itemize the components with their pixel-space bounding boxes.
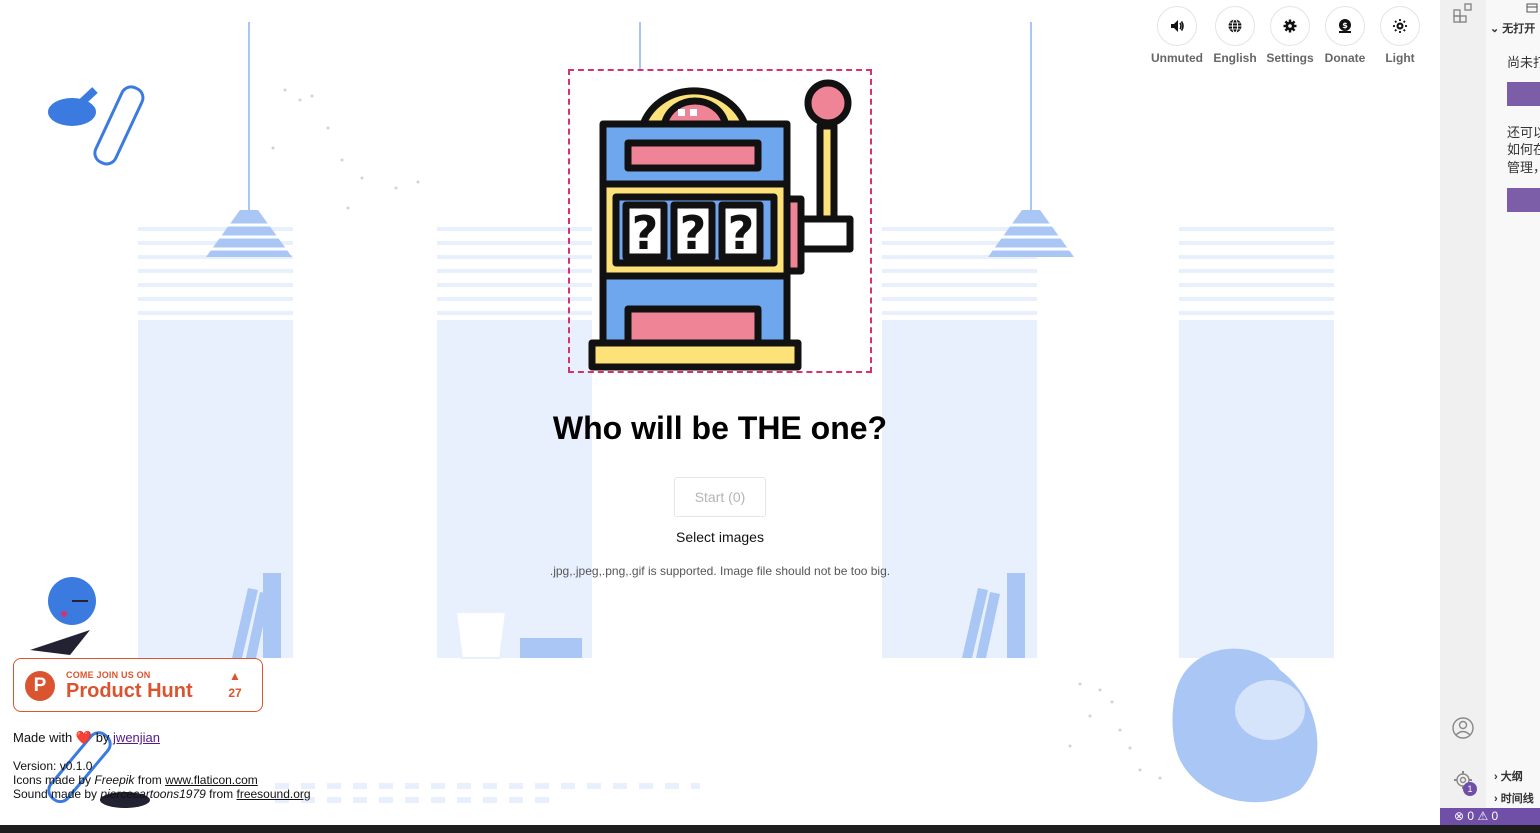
ide-explorer: ⌄ 无打开 尚未打 还可以 如何在 管理， › 大纲 › 时间线	[1486, 0, 1540, 808]
warning-icon: ⚠	[1477, 809, 1489, 823]
ide-activity-bar: 1	[1440, 0, 1486, 808]
gear-icon	[1270, 6, 1310, 46]
donate-button[interactable]: $ Donate	[1315, 6, 1375, 65]
freesound-link[interactable]: freesound.org	[237, 787, 311, 801]
product-hunt-title: Product Hunt	[66, 680, 193, 702]
taskbar-strip	[0, 825, 1540, 833]
no-folder-section-label: 无打开	[1502, 23, 1536, 35]
svg-text:?: ?	[632, 206, 659, 260]
start-button[interactable]: Start (0)	[674, 477, 766, 517]
layout-icon[interactable]	[1526, 0, 1538, 18]
by-text: by	[95, 730, 110, 745]
svg-text:?: ?	[728, 206, 755, 260]
extensions-icon[interactable]	[1452, 2, 1474, 29]
outline-section-label: 大纲	[1500, 771, 1523, 783]
page-title: Who will be THE one?	[552, 410, 888, 446]
version-text: Version: v0.1.0	[13, 759, 93, 773]
settings-label: Settings	[1266, 51, 1314, 65]
outline-section[interactable]: › 大纲	[1494, 768, 1523, 784]
error-count: 0	[1467, 809, 1475, 823]
settings-button[interactable]: Settings	[1260, 6, 1320, 65]
sound-credit: Sound made by piercecartoons1979 from fr…	[13, 787, 311, 801]
flaticon-link[interactable]: www.flaticon.com	[165, 773, 258, 787]
globe-icon	[1215, 6, 1255, 46]
product-hunt-logo-icon: P	[25, 671, 55, 701]
explorer-text-3: 如何在	[1507, 142, 1540, 157]
explorer-text-4: 管理，	[1507, 160, 1540, 175]
icons-credit-from: from	[137, 773, 162, 787]
sound-toggle-button[interactable]: Unmuted	[1147, 6, 1207, 65]
screen: Unmuted English Settings $ Donate Light	[0, 0, 1540, 833]
svg-text:?: ?	[680, 206, 707, 260]
upvote-arrow-icon: ▲	[229, 669, 241, 683]
slot-machine-frame[interactable]: ? ? ?	[568, 69, 872, 373]
language-label: English	[1213, 51, 1257, 65]
no-folder-section[interactable]: ⌄ 无打开	[1490, 20, 1535, 36]
made-with-credit: Made with ❤️ by jwenjian	[13, 730, 160, 746]
account-icon[interactable]	[1451, 716, 1475, 745]
money-icon: $	[1325, 6, 1365, 46]
timeline-section-label: 时间线	[1500, 793, 1534, 805]
slot-machine-icon: ? ? ?	[588, 79, 854, 371]
file-support-note: .jpg,.jpeg,.png,.gif is supported. Image…	[549, 564, 891, 578]
settings-badge: 1	[1463, 782, 1477, 796]
svg-text:$: $	[1342, 21, 1348, 30]
clone-repository-button[interactable]	[1507, 188, 1540, 212]
sun-icon	[1380, 6, 1420, 46]
app-page: Unmuted English Settings $ Donate Light	[0, 0, 1440, 825]
theme-label: Light	[1385, 51, 1415, 65]
sound-toggle-label: Unmuted	[1151, 51, 1203, 65]
theme-toggle-button[interactable]: Light	[1370, 6, 1430, 65]
donate-label: Donate	[1324, 51, 1366, 65]
error-icon: ⊗	[1454, 809, 1465, 823]
product-hunt-subtitle: COME JOIN US ON	[66, 670, 151, 680]
speaker-icon	[1157, 6, 1197, 46]
select-images-link[interactable]: Select images	[620, 529, 820, 545]
ide-side-panel: 1 ⌄ 无打开 尚未打 还可以 如何在 管理， › 大纲 › 时间线 ⊗ 0 ⚠…	[1440, 0, 1540, 825]
timeline-section[interactable]: › 时间线	[1494, 790, 1534, 806]
sound-credit-from: from	[209, 787, 234, 801]
sound-author: piercecartoons1979	[100, 787, 206, 801]
icons-author: Freepik	[94, 773, 135, 787]
icons-credit-prefix: Icons made by	[13, 773, 92, 787]
icons-credit: Icons made by Freepik from www.flaticon.…	[13, 773, 258, 787]
warning-count: 0	[1491, 809, 1499, 823]
heart-icon: ❤️	[75, 730, 93, 745]
author-link[interactable]: jwenjian	[113, 730, 160, 745]
language-button[interactable]: English	[1205, 6, 1265, 65]
open-folder-button[interactable]	[1507, 82, 1540, 106]
ide-status-bar[interactable]: ⊗ 0 ⚠ 0	[1440, 808, 1540, 825]
product-hunt-badge[interactable]: P COME JOIN US ON Product Hunt ▲ 27	[13, 658, 263, 712]
upvote-count: 27	[228, 686, 242, 700]
sound-credit-prefix: Sound made by	[13, 787, 98, 801]
explorer-text-1: 尚未打	[1507, 55, 1540, 70]
made-with-text: Made with	[13, 730, 73, 745]
